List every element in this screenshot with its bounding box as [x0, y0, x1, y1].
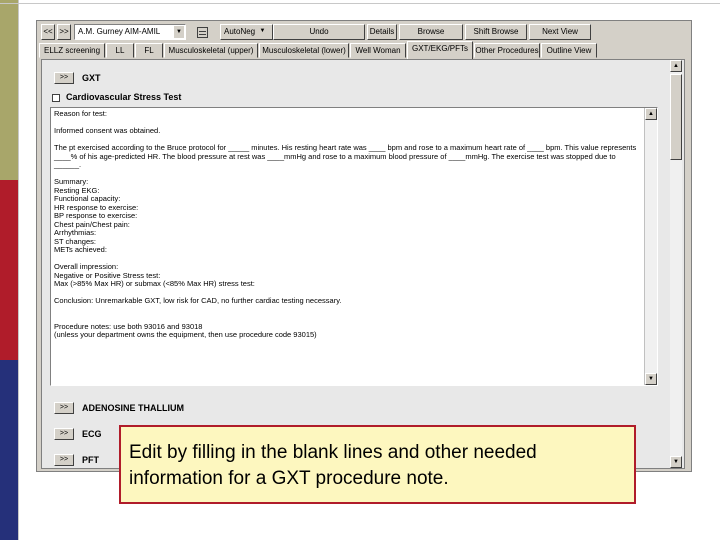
tab-well-woman[interactable]: Well Woman	[350, 43, 406, 58]
stress-test-label: Cardiovascular Stress Test	[66, 92, 182, 102]
left-arrow-icon: <<	[43, 27, 53, 36]
scroll-up-icon[interactable]: ▲	[670, 60, 682, 72]
tab-label: GXT/EKG/PFTs	[411, 44, 468, 53]
undo-button[interactable]: Undo	[273, 24, 365, 40]
gxt-panel: >> GXT Cardiovascular Stress Test Reason…	[41, 59, 685, 469]
tab-label: Musculoskeletal (upper)	[168, 46, 254, 55]
back-button[interactable]: <<	[41, 24, 55, 40]
ecg-label: ECG	[82, 429, 102, 439]
slide-stripe-olive	[0, 0, 18, 180]
expand-icon: >>	[59, 74, 69, 81]
stress-test-checkbox[interactable]	[52, 94, 60, 102]
slide-divider-horizontal	[0, 3, 720, 4]
shift-browse-label: Shift Browse	[473, 27, 519, 36]
note-scrollbar[interactable]: ▲ ▼	[644, 108, 657, 385]
tab-label: Other Procedures	[475, 46, 539, 55]
tab-label: Musculoskeletal (lower)	[262, 46, 346, 55]
adenosine-expand-button[interactable]: >>	[54, 402, 74, 414]
instruction-callout: Edit by filling in the blank lines and o…	[119, 425, 636, 504]
tab-label: FL	[144, 46, 154, 55]
tab-outline-view[interactable]: Outline View	[541, 43, 597, 58]
details-label: Details	[369, 27, 395, 36]
browse-label: Browse	[417, 27, 445, 36]
expand-icon: >>	[59, 430, 69, 437]
forward-button[interactable]: >>	[57, 24, 71, 40]
autoneg-dropdown-icon[interactable]: ▼	[258, 24, 267, 40]
pft-expand-button[interactable]: >>	[54, 454, 74, 466]
expand-icon: >>	[59, 404, 69, 411]
procedure-note-text[interactable]: Reason for test: Informed consent was ob…	[54, 109, 640, 340]
slide-stripe-navy	[0, 360, 18, 540]
tab-ellz-screening[interactable]: ELLZ screening	[39, 43, 105, 58]
slide-divider-vertical	[18, 0, 19, 540]
tab-label: Well Woman	[355, 46, 401, 55]
right-arrow-icon: >>	[59, 27, 69, 36]
scroll-down-icon[interactable]: ▼	[645, 373, 657, 385]
adenosine-thallium-label: ADENOSINE THALLIUM	[82, 403, 184, 413]
next-view-button[interactable]: Next View	[529, 24, 591, 40]
callout-text: Edit by filling in the blank lines and o…	[129, 442, 537, 489]
note-icon[interactable]	[197, 27, 208, 38]
tab-musculoskeletal-lower[interactable]: Musculoskeletal (lower)	[259, 43, 349, 58]
tab-label: LL	[115, 46, 125, 55]
ehr-window: << >> A.M. Gurney AIM-AMIL ▼ AutoNeg ▼ U…	[36, 20, 692, 472]
tab-label: Outline View	[546, 46, 592, 55]
browse-button[interactable]: Browse	[399, 24, 463, 40]
undo-label: Undo	[309, 27, 329, 36]
ecg-expand-button[interactable]: >>	[54, 428, 74, 440]
scroll-down-icon[interactable]: ▼	[670, 456, 682, 468]
panel-scrollbar[interactable]: ▲ ▼	[670, 60, 682, 468]
gxt-label: GXT	[82, 73, 101, 83]
pft-label: PFT	[82, 455, 99, 465]
tab-strip: ELLZ screening LL FL Musculoskeletal (up…	[39, 41, 689, 59]
gxt-expand-button[interactable]: >>	[54, 72, 74, 84]
toolbar: << >> A.M. Gurney AIM-AMIL ▼ AutoNeg ▼ U…	[37, 21, 691, 43]
scroll-thumb[interactable]	[670, 74, 682, 160]
slide-stripe-red	[0, 180, 18, 360]
tab-label: ELLZ screening	[43, 46, 101, 55]
template-select-value: A.M. Gurney AIM-AMIL	[78, 27, 161, 36]
autoneg-label: AutoNeg	[224, 27, 256, 36]
tab-gxt-ekg-pfts[interactable]: GXT/EKG/PFTs	[407, 41, 473, 59]
tab-ll[interactable]: LL	[106, 43, 134, 58]
details-button[interactable]: Details	[367, 24, 397, 40]
template-select[interactable]: A.M. Gurney AIM-AMIL ▼	[74, 24, 186, 40]
tab-musculoskeletal-upper[interactable]: Musculoskeletal (upper)	[164, 43, 258, 58]
chevron-down-icon[interactable]: ▼	[174, 26, 184, 38]
scroll-up-icon[interactable]: ▲	[645, 108, 657, 120]
tab-other-procedures[interactable]: Other Procedures	[474, 43, 540, 58]
tab-fl[interactable]: FL	[135, 43, 163, 58]
procedure-note-textarea[interactable]: Reason for test: Informed consent was ob…	[50, 107, 658, 386]
next-view-label: Next View	[542, 27, 578, 36]
expand-icon: >>	[59, 456, 69, 463]
shift-browse-button[interactable]: Shift Browse	[465, 24, 527, 40]
